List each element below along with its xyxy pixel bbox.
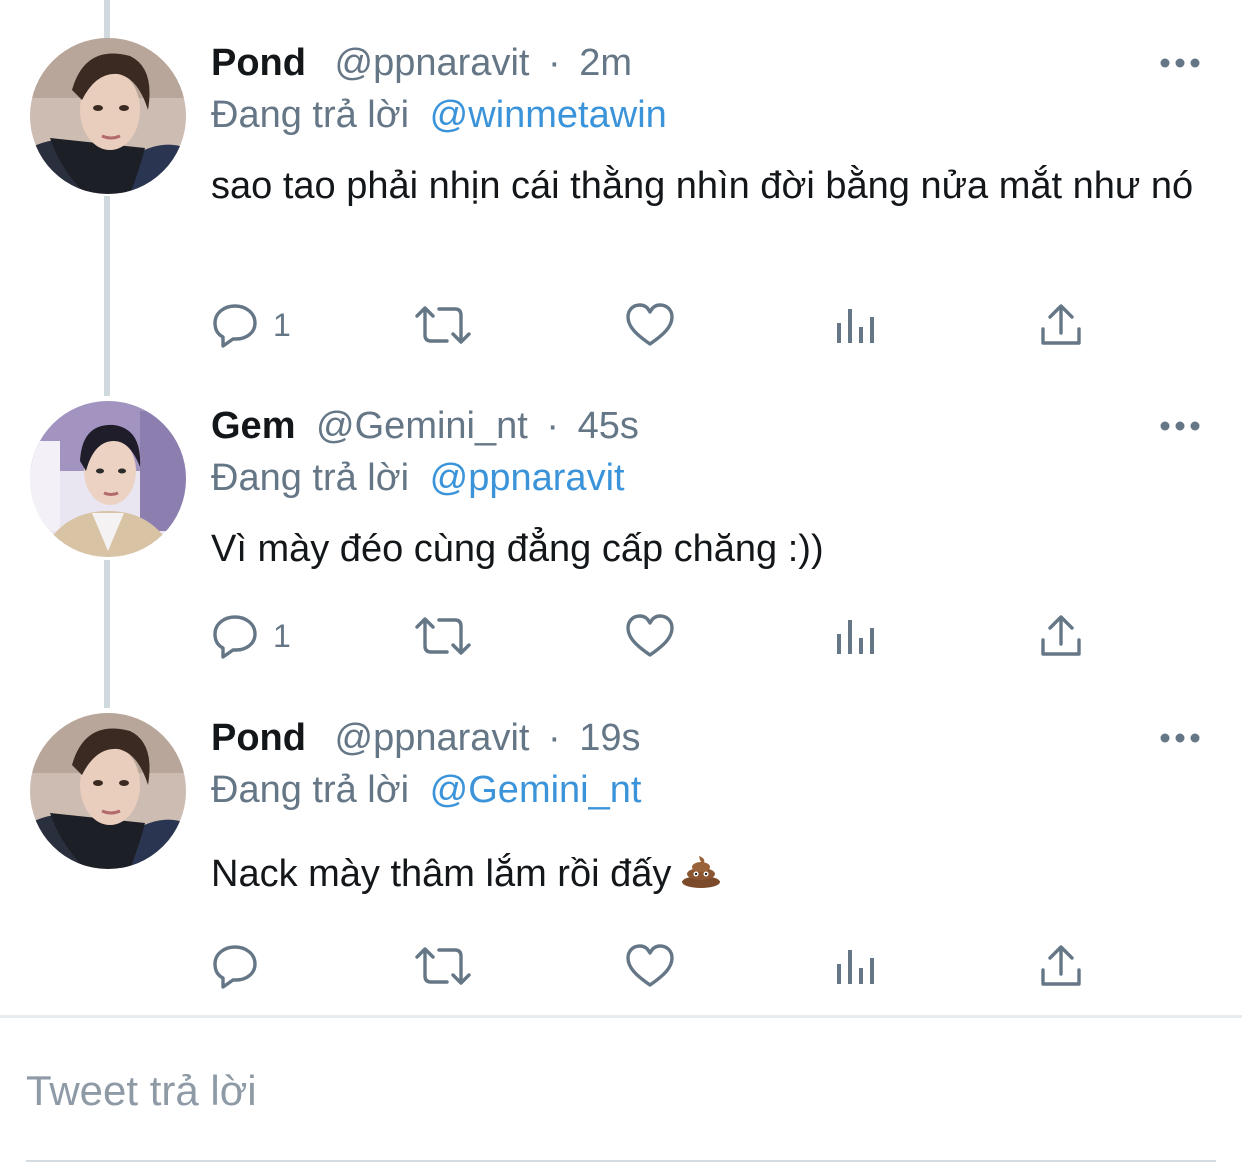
retweet-button[interactable] — [414, 941, 472, 991]
analytics-button[interactable] — [835, 611, 879, 661]
retweet-button[interactable] — [414, 300, 472, 350]
reply-button[interactable]: 1 — [211, 611, 291, 661]
reply-count: 1 — [273, 617, 291, 654]
replying-to-label: Đang trả lời — [211, 457, 410, 499]
replying-to-line: Đang trả lời @winmetawin — [211, 90, 667, 140]
share-button[interactable] — [1039, 611, 1083, 661]
reply-button[interactable]: 1 — [211, 300, 291, 350]
tweet-header: Gem @Gemini_nt · 45s — [211, 401, 639, 451]
analytics-icon — [837, 620, 874, 654]
share-icon — [1041, 304, 1081, 345]
tweet[interactable]: Pond @ppnaravit · 19s Đang trả lời @Gemi… — [0, 713, 1242, 1003]
like-button[interactable] — [625, 611, 675, 661]
avatar[interactable] — [30, 713, 186, 869]
tweet-text: Vì mày đéo cùng đẳng cấp chăng :)) — [211, 528, 824, 570]
retweet-icon — [415, 947, 471, 985]
share-icon — [1041, 945, 1081, 986]
heart-icon — [626, 944, 674, 987]
timestamp[interactable]: 2m — [579, 42, 632, 84]
share-icon — [1041, 615, 1081, 656]
tweet-actions: 1 — [211, 611, 1111, 661]
reply-icon — [213, 945, 257, 989]
tweet-text-container: Nack mày thâm lắm rồi đấy — [211, 848, 1211, 900]
analytics-icon — [837, 950, 874, 984]
replying-to-mention[interactable]: @winmetawin — [430, 94, 667, 136]
analytics-button[interactable] — [835, 941, 879, 991]
heart-icon — [626, 303, 674, 346]
display-name[interactable]: Pond — [211, 42, 306, 84]
separator-dot: · — [546, 405, 560, 447]
avatar[interactable] — [30, 38, 186, 194]
replying-to-mention[interactable]: @ppnaravit — [430, 457, 625, 499]
tweet-text: sao tao phải nhịn cái thằng nhìn đời bằn… — [211, 165, 1194, 207]
like-button[interactable] — [625, 941, 675, 991]
tweet-header: Pond @ppnaravit · 2m — [211, 38, 632, 88]
retweet-button[interactable] — [414, 611, 472, 661]
tweet-text: Nack mày thâm lắm rồi đấy — [211, 853, 672, 895]
pile-of-poo-emoji — [682, 856, 721, 888]
tweet-header: Pond @ppnaravit · 19s — [211, 713, 641, 763]
retweet-icon — [415, 617, 471, 655]
reply-icon — [213, 615, 257, 659]
separator-dot: · — [548, 42, 561, 84]
replying-to-mention[interactable]: @Gemini_nt — [430, 769, 642, 811]
share-button[interactable] — [1039, 300, 1083, 350]
composer-underline — [26, 1160, 1216, 1162]
tweet-actions: 1 — [211, 300, 1111, 350]
tweet[interactable]: Pond @ppnaravit · 2m Đang trả lời @winme… — [0, 38, 1242, 358]
replying-to-line: Đang trả lời @ppnaravit — [211, 453, 625, 503]
retweet-icon — [415, 306, 471, 344]
analytics-icon — [837, 309, 874, 343]
display-name[interactable]: Pond — [211, 717, 306, 759]
replying-to-label: Đang trả lời — [211, 769, 410, 811]
composer-divider — [0, 1015, 1242, 1018]
reply-button[interactable] — [211, 941, 273, 991]
reply-composer-input[interactable]: Tweet trả lời — [26, 1060, 1216, 1122]
avatar[interactable] — [30, 401, 186, 557]
user-handle[interactable]: @ppnaravit — [335, 42, 530, 84]
more-options-icon[interactable] — [1158, 731, 1202, 745]
timestamp[interactable]: 45s — [578, 405, 639, 447]
replying-to-label: Đang trả lời — [211, 94, 410, 136]
analytics-button[interactable] — [835, 300, 879, 350]
reply-count: 1 — [273, 306, 291, 343]
replying-to-line: Đang trả lời @Gemini_nt — [211, 765, 641, 815]
reply-icon — [213, 304, 257, 348]
more-options-icon[interactable] — [1158, 419, 1202, 433]
heart-icon — [626, 614, 674, 657]
like-button[interactable] — [625, 300, 675, 350]
more-options-icon[interactable] — [1158, 56, 1202, 70]
display-name[interactable]: Gem — [211, 405, 295, 447]
separator-dot: · — [548, 717, 561, 759]
tweet-actions — [211, 941, 1111, 991]
user-handle[interactable]: @Gemini_nt — [316, 405, 528, 447]
thread-connector-line — [104, 0, 110, 40]
share-button[interactable] — [1039, 941, 1083, 991]
tweet[interactable]: Gem @Gemini_nt · 45s Đang trả lời @ppnar… — [0, 401, 1242, 701]
user-handle[interactable]: @ppnaravit — [335, 717, 530, 759]
timestamp[interactable]: 19s — [579, 717, 640, 759]
